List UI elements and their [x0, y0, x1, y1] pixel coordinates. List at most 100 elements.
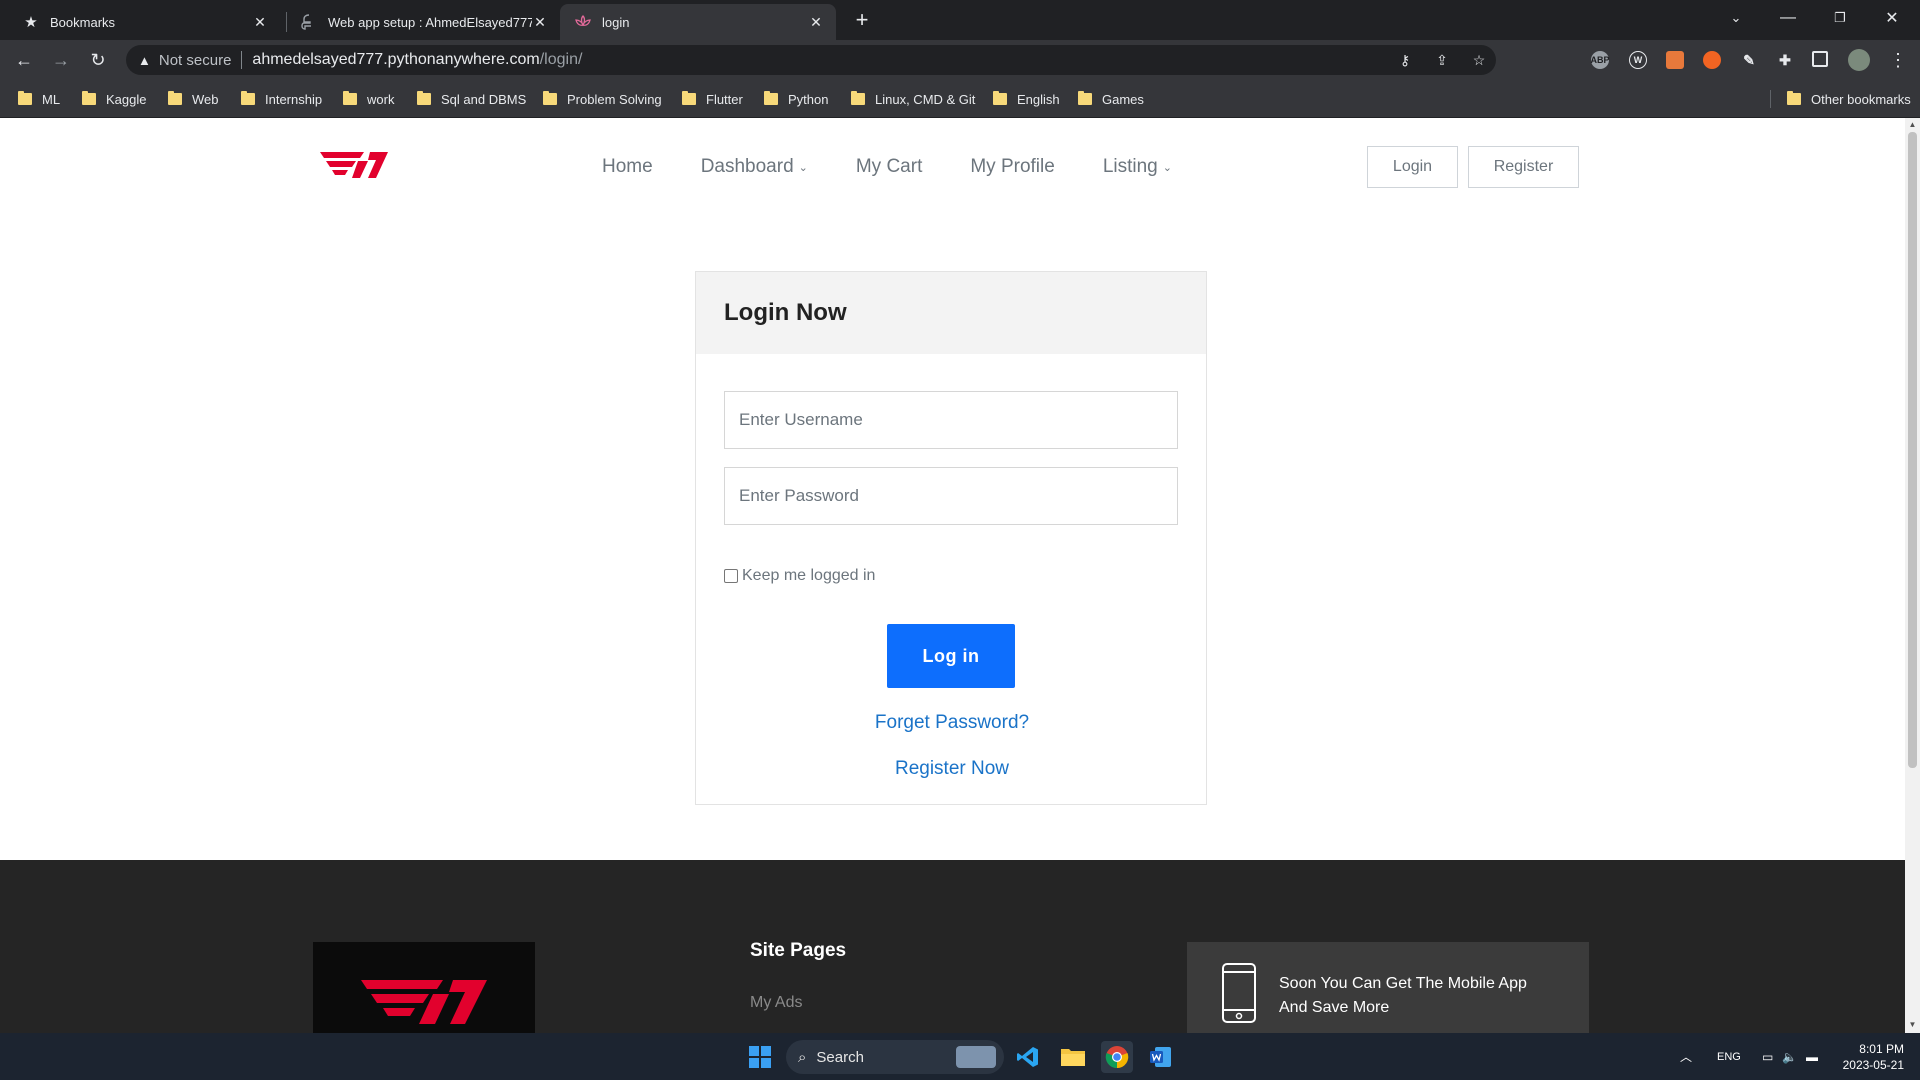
- bookmark-folder[interactable]: Sql and DBMS: [417, 89, 526, 109]
- file-explorer-icon[interactable]: [1057, 1041, 1089, 1073]
- minimize-button[interactable]: —: [1762, 0, 1814, 36]
- chevron-down-icon: ⌄: [798, 161, 808, 174]
- app-promo-line: And Save More: [1279, 999, 1390, 1016]
- footer-site-pages-title: Site Pages: [750, 940, 847, 961]
- address-bar[interactable]: ▲ Not secure ahmedelsayed777.pythonanywh…: [126, 45, 1496, 75]
- bookmark-folder[interactable]: work: [343, 89, 394, 109]
- profile-avatar[interactable]: [1848, 49, 1870, 71]
- page-scrollbar[interactable]: ▲ ▼: [1905, 118, 1920, 1033]
- security-label[interactable]: Not secure: [159, 52, 232, 69]
- folder-icon: [682, 91, 696, 105]
- t1-logo: [361, 980, 487, 1024]
- close-icon[interactable]: ✕: [252, 14, 268, 30]
- close-icon[interactable]: ✕: [532, 14, 548, 30]
- system-clock[interactable]: 8:01 PM 2023-05-21: [1836, 1041, 1904, 1073]
- nav-my-cart[interactable]: My Cart: [856, 156, 923, 178]
- bookmark-folder[interactable]: Kaggle: [82, 89, 146, 109]
- folder-extension-icon[interactable]: [1666, 51, 1684, 69]
- login-title: Login Now: [724, 299, 847, 326]
- battery-icon[interactable]: ▬: [1806, 1033, 1818, 1080]
- bookmark-folder[interactable]: Problem Solving: [543, 89, 662, 109]
- scroll-up-arrow-icon[interactable]: ▲: [1908, 120, 1917, 129]
- bookmark-folder[interactable]: Python: [764, 89, 828, 109]
- username-input[interactable]: Enter Username: [724, 391, 1178, 449]
- bookmark-folder[interactable]: English: [993, 89, 1060, 109]
- windows-start-icon[interactable]: [744, 1041, 776, 1073]
- password-input[interactable]: Enter Password: [724, 467, 1178, 525]
- browser-toolbar: ← → ↻ ▲ Not secure ahmedelsayed777.pytho…: [0, 40, 1920, 80]
- smartphone-icon: [1222, 963, 1256, 1023]
- login-card: Login Now Enter Username Enter Password …: [695, 271, 1207, 805]
- bookmark-label: Python: [788, 91, 829, 107]
- nav-listing-label: Listing: [1102, 156, 1158, 177]
- nav-dashboard-label: Dashboard: [700, 156, 794, 177]
- forgot-password-link[interactable]: Forget Password?: [696, 712, 1208, 734]
- nav-dashboard[interactable]: Dashboard ⌄: [701, 156, 808, 178]
- vscode-icon[interactable]: [1012, 1041, 1044, 1073]
- star-icon[interactable]: ☆: [1470, 51, 1488, 69]
- page-viewport: Home Dashboard ⌄ My Cart My Profile List…: [0, 118, 1905, 1033]
- footer-logo[interactable]: [313, 942, 535, 1033]
- clock-time: 8:01 PM: [1859, 1042, 1904, 1056]
- word-icon[interactable]: [1145, 1041, 1177, 1073]
- register-now-link[interactable]: Register Now: [696, 758, 1208, 780]
- tab-login[interactable]: login ✕: [560, 4, 836, 40]
- url-path[interactable]: /login/: [540, 51, 583, 69]
- w-extension-icon[interactable]: W: [1629, 51, 1647, 69]
- bookmark-folder[interactable]: Internship: [241, 89, 322, 109]
- mobile-app-promo: Soon You Can Get The Mobile App And Save…: [1187, 942, 1589, 1033]
- network-icon[interactable]: ▭: [1762, 1033, 1773, 1080]
- chrome-icon[interactable]: [1101, 1041, 1133, 1073]
- adblock-extension-icon[interactable]: ABP: [1591, 51, 1610, 69]
- nav-home[interactable]: Home: [602, 156, 653, 178]
- warning-icon[interactable]: ▲: [138, 53, 151, 68]
- tab-search-icon[interactable]: ⌄: [1710, 0, 1762, 36]
- new-tab-button[interactable]: +: [848, 6, 876, 34]
- volume-icon[interactable]: 🔈: [1782, 1033, 1797, 1080]
- bookmark-label: Internship: [265, 91, 323, 107]
- close-window-button[interactable]: ✕: [1866, 0, 1918, 36]
- bookmark-folder[interactable]: Flutter: [682, 89, 743, 109]
- nav-listing[interactable]: Listing ⌄: [1103, 156, 1172, 178]
- pen-extension-icon[interactable]: ✎: [1740, 51, 1758, 69]
- bookmark-label: Problem Solving: [567, 91, 662, 107]
- side-panel-icon[interactable]: [1812, 51, 1828, 67]
- footer-link-my-ads[interactable]: My Ads: [750, 994, 802, 1012]
- header-login-button[interactable]: Login: [1367, 146, 1458, 188]
- folder-icon: [764, 91, 778, 105]
- puzzle-icon[interactable]: ✚: [1776, 51, 1794, 69]
- orange-extension-icon[interactable]: [1703, 51, 1721, 69]
- header-register-button[interactable]: Register: [1468, 146, 1579, 188]
- language-indicator[interactable]: ENG: [1717, 1033, 1741, 1080]
- taskbar-search[interactable]: ⌕ Search: [786, 1040, 1004, 1074]
- bookmark-folder[interactable]: Games: [1078, 89, 1144, 109]
- other-bookmarks-folder[interactable]: Other bookmarks: [1787, 89, 1911, 109]
- close-icon[interactable]: ✕: [808, 14, 824, 30]
- bookmark-label: Linux, CMD & Git: [875, 91, 976, 107]
- reload-button[interactable]: ↻: [84, 46, 112, 74]
- back-button[interactable]: ←: [10, 46, 38, 74]
- tray-chevron-up-icon[interactable]: ︿: [1680, 1033, 1692, 1080]
- remember-me[interactable]: Keep me logged in: [724, 567, 875, 585]
- remember-checkbox[interactable]: [724, 569, 738, 583]
- restore-button[interactable]: ❐: [1814, 0, 1866, 36]
- login-submit-button[interactable]: Log in: [887, 624, 1015, 688]
- bookmark-folder[interactable]: ML: [18, 89, 60, 109]
- clock-date: 2023-05-21: [1842, 1058, 1904, 1072]
- url-host[interactable]: ahmedelsayed777.pythonanywhere.com: [252, 51, 539, 69]
- nav-my-profile[interactable]: My Profile: [970, 156, 1054, 178]
- folder-icon: [1787, 91, 1801, 105]
- forward-button[interactable]: →: [47, 46, 75, 74]
- bookmark-folder[interactable]: Linux, CMD & Git: [851, 89, 975, 109]
- browser-tab-strip: ★ Bookmarks ✕ Web app setup : AhmedElsay…: [0, 0, 1920, 40]
- scrollbar-thumb[interactable]: [1908, 132, 1917, 768]
- menu-kebab-icon[interactable]: ⋮: [1884, 46, 1912, 74]
- tab-bookmarks[interactable]: ★ Bookmarks ✕: [0, 4, 280, 40]
- tab-web-app-setup[interactable]: Web app setup : AhmedElsayed777 ✕: [290, 4, 560, 40]
- share-icon[interactable]: ⇪: [1433, 51, 1451, 69]
- bookmark-folder[interactable]: Web: [168, 89, 219, 109]
- tab-title: Web app setup : AhmedElsayed777: [328, 14, 532, 30]
- key-icon[interactable]: ⚷: [1396, 51, 1414, 69]
- scroll-down-arrow-icon[interactable]: ▼: [1908, 1020, 1917, 1029]
- t1-logo[interactable]: [318, 148, 390, 180]
